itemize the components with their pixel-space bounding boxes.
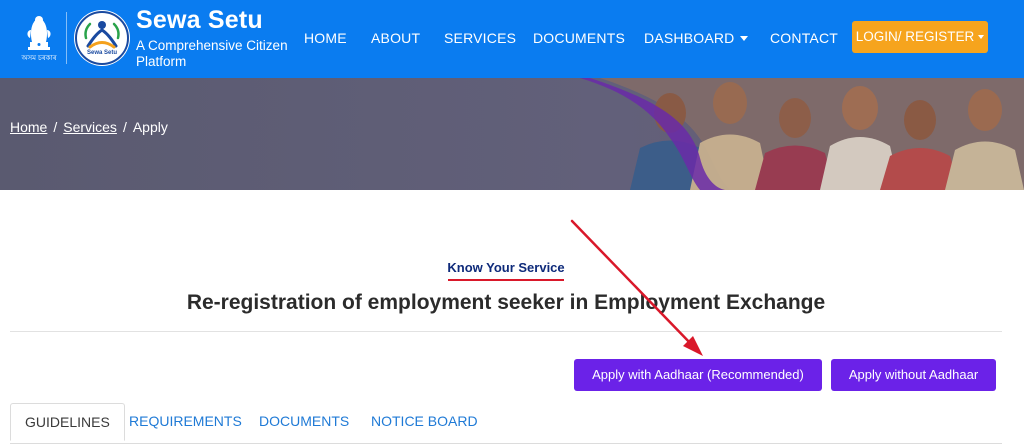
nav-contact[interactable]: CONTACT <box>770 30 838 46</box>
nav-services[interactable]: SERVICES <box>444 30 516 46</box>
chevron-down-icon <box>740 36 749 41</box>
divider <box>10 331 1002 332</box>
brand-tagline: A Comprehensive Citizen Platform <box>136 38 288 69</box>
nav-dashboard-label: DASHBOARD <box>644 30 735 46</box>
sewa-setu-logo[interactable]: Sewa Setu <box>74 10 130 66</box>
nav-home[interactable]: HOME <box>304 30 347 46</box>
breadcrumb-current: Apply <box>132 119 168 135</box>
tab-guidelines[interactable]: GUIDELINES <box>10 403 125 441</box>
nav-documents[interactable]: DOCUMENTS <box>533 30 625 46</box>
nav-about[interactable]: ABOUT <box>371 30 420 46</box>
breadcrumb-separator: / <box>53 119 58 135</box>
tab-requirements[interactable]: REQUIREMENTS <box>115 403 256 439</box>
emblem-caption: অসম চৰকাৰ <box>21 55 57 62</box>
site-header: অসম চৰকাৰ Sewa Setu Sewa Setu A Comprehe… <box>0 0 1024 78</box>
breadcrumb-home[interactable]: Home <box>10 119 47 135</box>
breadcrumb: Home / Services / Apply <box>10 119 168 135</box>
tab-notice-board[interactable]: NOTICE BOARD <box>357 403 492 439</box>
service-tabs: GUIDELINES REQUIREMENTS DOCUMENTS NOTICE… <box>10 403 1002 444</box>
page-title: Re-registration of employment seeker in … <box>186 291 826 314</box>
breadcrumb-separator: / <box>122 119 127 135</box>
login-register-label: LOGIN/ REGISTER <box>855 29 975 44</box>
breadcrumb-services[interactable]: Services <box>63 119 117 135</box>
chevron-down-icon <box>978 35 985 39</box>
logo-divider <box>66 12 67 64</box>
eyebrow-underline <box>448 279 564 281</box>
login-register-button[interactable]: LOGIN/ REGISTER <box>852 21 988 53</box>
tab-documents[interactable]: DOCUMENTS <box>245 403 363 439</box>
know-your-service-label: Know Your Service <box>447 260 565 275</box>
nav-dashboard[interactable]: DASHBOARD <box>644 30 749 46</box>
brand-title[interactable]: Sewa Setu <box>136 6 263 35</box>
apply-without-aadhaar-button[interactable]: Apply without Aadhaar <box>831 359 996 391</box>
state-emblem-icon[interactable]: অসম চৰকাৰ <box>14 8 64 66</box>
apply-with-aadhaar-button[interactable]: Apply with Aadhaar (Recommended) <box>574 359 822 391</box>
page-banner: Home / Services / Apply <box>0 78 1024 190</box>
logo-caption: Sewa Setu <box>86 50 117 56</box>
